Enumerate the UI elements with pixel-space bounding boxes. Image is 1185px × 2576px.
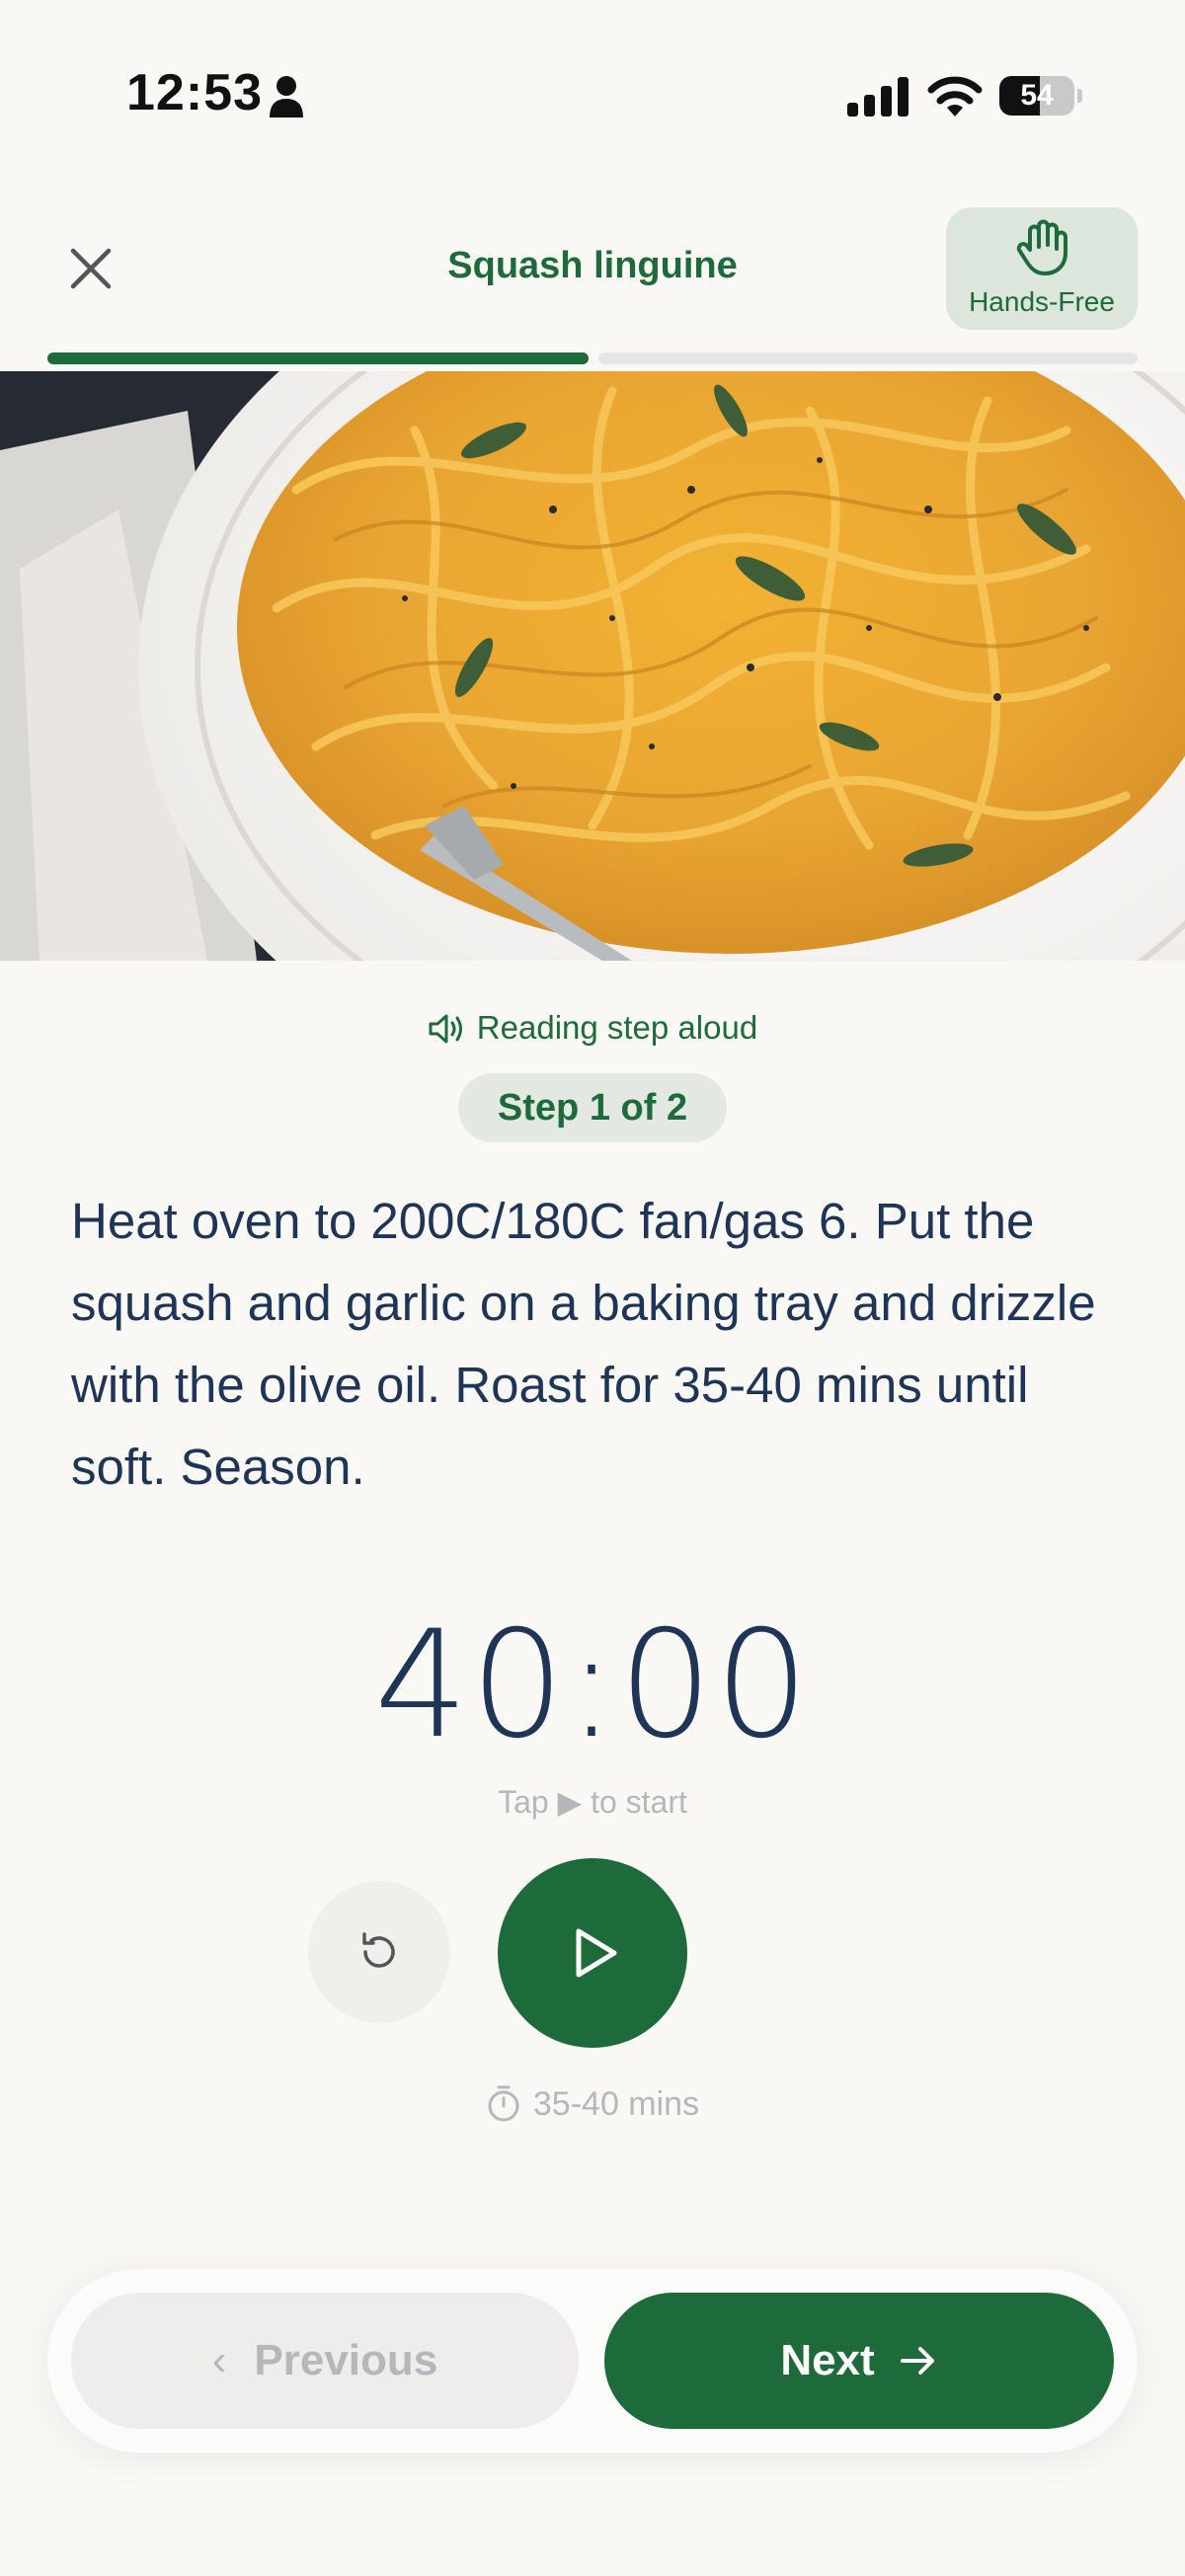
timer-display: 40:00 xyxy=(373,1600,812,1771)
chevron-left-icon: ‹ xyxy=(211,2336,227,2384)
play-timer-button[interactable] xyxy=(498,1858,687,2048)
timer-hint: Tap ▶ to start xyxy=(498,1784,687,1820)
step-progress-bar xyxy=(47,352,1138,364)
speaker-icon xyxy=(429,1014,462,1044)
progress-segment-remaining xyxy=(598,352,1138,364)
step-instruction: Heat oven to 200C/180C fan/gas 6. Put th… xyxy=(71,1193,1096,1495)
reading-aloud-indicator: Reading step aloud xyxy=(0,1009,1185,1047)
step-duration-label: 35-40 mins xyxy=(532,2085,700,2123)
hands-free-button[interactable]: Hands-Free xyxy=(946,207,1138,330)
close-button[interactable] xyxy=(51,229,130,308)
recipe-photo xyxy=(0,371,1185,961)
reading-aloud-label: Reading step aloud xyxy=(476,1009,758,1046)
arrow-right-icon xyxy=(900,2347,934,2375)
reset-icon xyxy=(362,1932,395,1968)
previous-button[interactable]: ‹ Previous xyxy=(71,2293,579,2429)
battery-percentage: 54 xyxy=(1020,79,1054,112)
next-button[interactable]: Next xyxy=(604,2293,1114,2429)
step-navigation: ‹ Previous Next xyxy=(47,2269,1138,2453)
close-icon xyxy=(70,248,112,289)
progress-segment-completed xyxy=(47,352,589,364)
hands-free-label: Hands-Free xyxy=(969,286,1115,317)
recipe-title: Squash linguine xyxy=(447,245,738,286)
reset-timer-button[interactable] xyxy=(308,1881,450,2023)
stopwatch-icon xyxy=(488,2085,519,2122)
hand-icon xyxy=(1016,219,1067,275)
status-bar: 12:53 54 xyxy=(0,0,1185,188)
cellular-signal-icon xyxy=(847,77,908,117)
step-badge: Step 1 of 2 xyxy=(458,1073,727,1142)
next-label: Next xyxy=(780,2336,875,2384)
battery-indicator: 54 xyxy=(999,76,1082,116)
step-duration: 35-40 mins xyxy=(0,2083,1185,2124)
person-icon xyxy=(270,76,303,117)
play-icon xyxy=(576,1928,617,1978)
wifi-icon xyxy=(927,76,983,117)
previous-label: Previous xyxy=(254,2336,438,2384)
status-time: 12:53 xyxy=(126,64,263,121)
